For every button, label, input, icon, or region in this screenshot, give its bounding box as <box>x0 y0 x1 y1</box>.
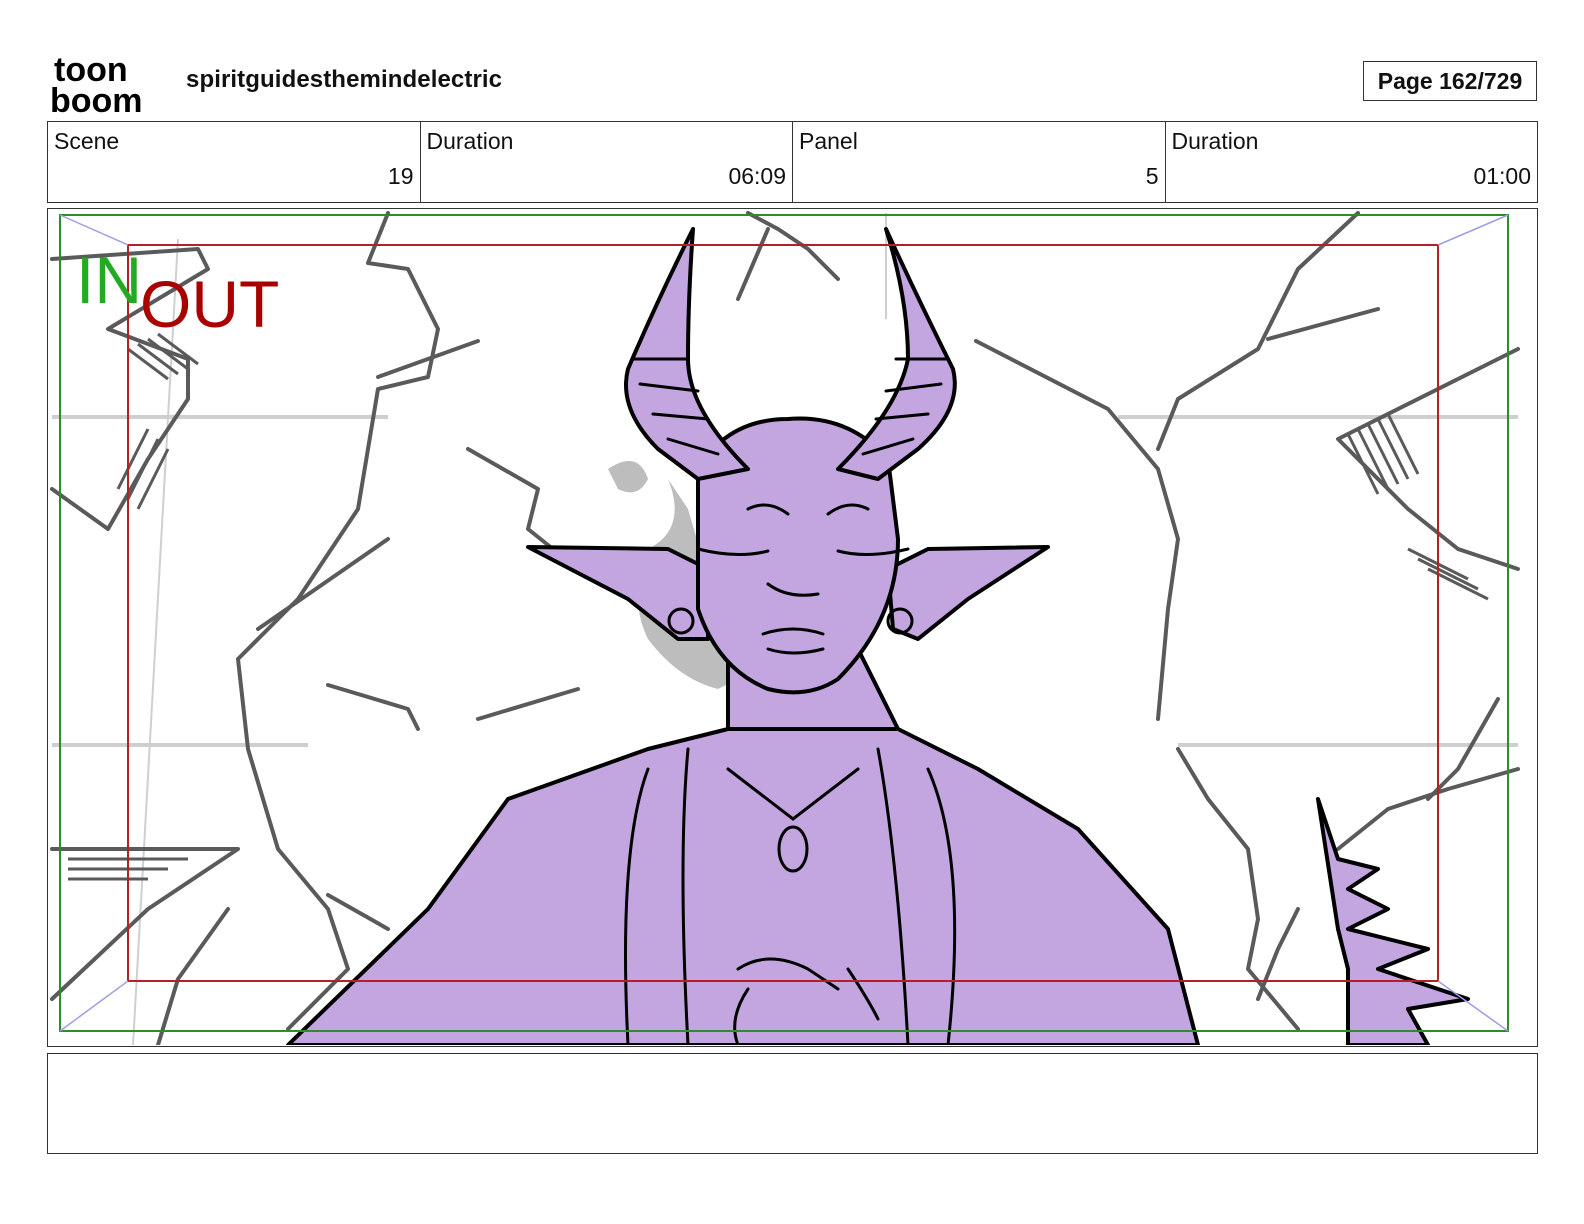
page-indicator: Page 162/729 <box>1363 61 1537 101</box>
panel-notes-box <box>47 1053 1538 1154</box>
panel-duration-label: Duration <box>1171 128 1259 154</box>
scene-value: 19 <box>387 163 414 189</box>
storyboard-panel: IN OUT <box>47 208 1538 1047</box>
panel-info-table: Scene 19 Duration 06:09 Panel 5 Duration… <box>47 121 1538 203</box>
toonboom-logo: toon boom <box>50 50 166 120</box>
panel-value: 5 <box>1145 163 1159 189</box>
project-title: spiritguidesthemindelectric <box>186 66 503 93</box>
scene-duration-label: Duration <box>426 128 514 154</box>
in-marker: IN <box>76 243 142 317</box>
page-label: Page 162/729 <box>1377 67 1523 94</box>
panel-label: Panel <box>799 128 858 154</box>
scene-duration-value: 06:09 <box>728 163 786 189</box>
scene-duration-cell: Duration 06:09 <box>421 122 793 202</box>
logo-bottom-text: boom <box>50 82 143 116</box>
panel-duration-cell: Duration 01:00 <box>1166 122 1538 202</box>
panel-drawing: IN OUT <box>50 211 1520 1045</box>
pointed-plant <box>1316 797 1470 1045</box>
panel-duration-value: 01:00 <box>1473 163 1531 189</box>
panel-cell: Panel 5 <box>793 122 1166 202</box>
character-left-ear <box>526 545 710 641</box>
scene-cell: Scene 19 <box>48 122 421 202</box>
scene-label: Scene <box>54 128 120 154</box>
out-marker: OUT <box>140 267 279 341</box>
